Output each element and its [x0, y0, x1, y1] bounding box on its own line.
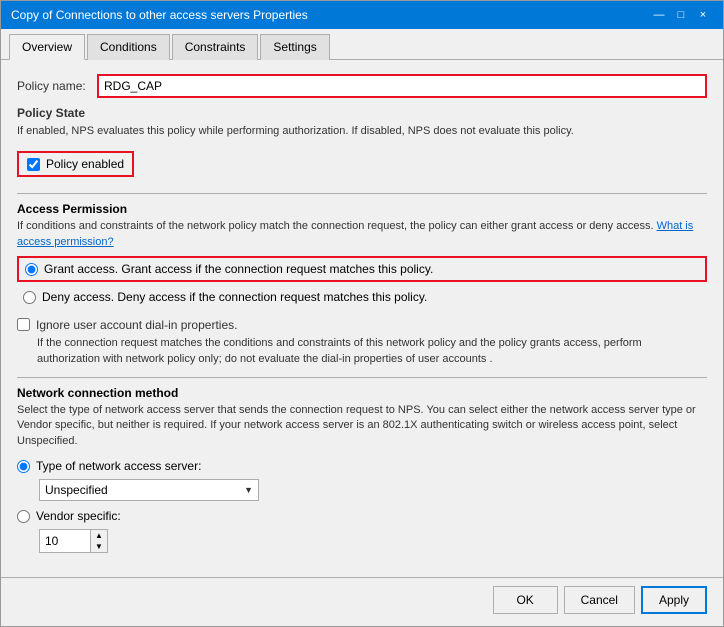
policy-enabled-checkbox[interactable]	[27, 158, 40, 171]
network-type-dropdown[interactable]: Unspecified	[39, 479, 259, 501]
ignore-dialin-checkbox[interactable]	[17, 318, 30, 331]
cancel-button[interactable]: Cancel	[564, 586, 635, 614]
access-permission-title: Access Permission	[17, 202, 707, 216]
grant-access-option[interactable]: Grant access. Grant access if the connec…	[17, 256, 707, 282]
tab-bar: Overview Conditions Constraints Settings	[1, 29, 723, 60]
network-connection-desc: Select the type of network access server…	[17, 403, 707, 449]
policy-name-row: Policy name:	[17, 74, 707, 98]
policy-name-input[interactable]	[97, 74, 707, 98]
ok-button[interactable]: OK	[493, 586, 558, 614]
tab-overview[interactable]: Overview	[9, 34, 85, 60]
maximize-button[interactable]: □	[671, 7, 691, 23]
button-row: OK Cancel Apply	[1, 577, 723, 626]
tab-constraints[interactable]: Constraints	[172, 34, 259, 60]
dropdown-wrapper: Unspecified	[39, 479, 259, 501]
deny-access-option[interactable]: Deny access. Deny access if the connecti…	[17, 286, 707, 308]
title-bar-buttons: — □ ×	[649, 7, 713, 23]
type-network-label: Type of network access server:	[36, 459, 201, 473]
tab-conditions[interactable]: Conditions	[87, 34, 170, 60]
type-network-option[interactable]: Type of network access server:	[17, 457, 707, 475]
deny-access-radio[interactable]	[23, 291, 36, 304]
title-bar: Copy of Connections to other access serv…	[1, 1, 723, 29]
policy-enabled-label[interactable]: Policy enabled	[17, 151, 134, 177]
spinner-down-button[interactable]: ▼	[91, 541, 107, 552]
spinner-buttons: ▲ ▼	[90, 530, 107, 552]
access-permission-desc: If conditions and constraints of the net…	[17, 219, 707, 250]
policy-name-label: Policy name:	[17, 79, 97, 93]
vendor-spinner: ▲ ▼	[39, 529, 108, 553]
type-network-radio[interactable]	[17, 460, 30, 473]
ignore-dialin-desc: If the connection request matches the co…	[37, 336, 707, 367]
policy-enabled-wrapper: Policy enabled	[17, 145, 707, 183]
network-connection-title: Network connection method	[17, 386, 707, 400]
ignore-dialin-row: Ignore user account dial-in properties.	[17, 318, 707, 332]
dropdown-row: Unspecified	[39, 479, 707, 501]
ignore-dialin-label: Ignore user account dial-in properties.	[36, 318, 237, 332]
deny-access-label: Deny access. Deny access if the connecti…	[42, 290, 427, 304]
separator-2	[17, 377, 707, 378]
separator-1	[17, 193, 707, 194]
vendor-specific-option[interactable]: Vendor specific:	[17, 507, 707, 525]
dialog-window: Copy of Connections to other access serv…	[0, 0, 724, 627]
minimize-button[interactable]: —	[649, 7, 669, 23]
vendor-spinner-input[interactable]	[40, 531, 90, 551]
vendor-row: ▲ ▼	[39, 529, 707, 553]
grant-access-label: Grant access. Grant access if the connec…	[44, 262, 433, 276]
vendor-specific-label: Vendor specific:	[36, 509, 121, 523]
policy-state-desc: If enabled, NPS evaluates this policy wh…	[17, 124, 707, 139]
grant-access-radio[interactable]	[25, 263, 38, 276]
tab-settings[interactable]: Settings	[260, 34, 329, 60]
spinner-up-button[interactable]: ▲	[91, 530, 107, 541]
apply-button[interactable]: Apply	[641, 586, 707, 614]
close-button[interactable]: ×	[693, 7, 713, 23]
access-permission-section: Access Permission If conditions and cons…	[17, 202, 707, 308]
policy-enabled-text: Policy enabled	[46, 157, 124, 171]
content-area: Policy name: Policy State If enabled, NP…	[1, 60, 723, 577]
ignore-dialin-section: Ignore user account dial-in properties. …	[17, 318, 707, 367]
policy-state-title: Policy State	[17, 106, 707, 120]
policy-state-section: Policy State If enabled, NPS evaluates t…	[17, 106, 707, 183]
network-connection-section: Network connection method Select the typ…	[17, 386, 707, 553]
vendor-specific-radio[interactable]	[17, 510, 30, 523]
window-title: Copy of Connections to other access serv…	[11, 8, 308, 22]
